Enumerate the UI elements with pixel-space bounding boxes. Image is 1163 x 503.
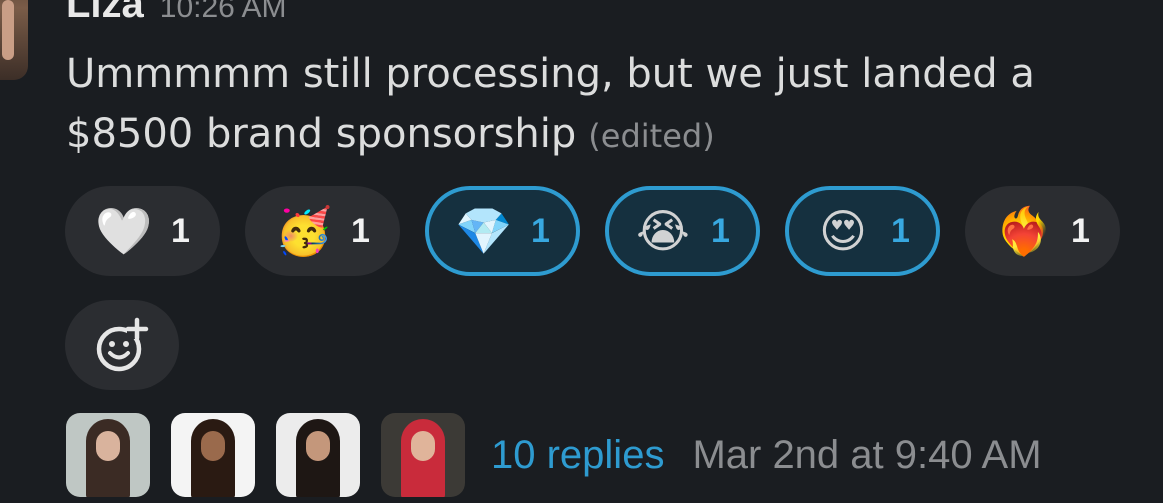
add-reaction-icon: [96, 317, 149, 372]
replier-avatar[interactable]: [171, 413, 255, 497]
replier-avatar[interactable]: [276, 413, 360, 497]
message-body: Ummmmm still processing, but we just lan…: [66, 44, 1126, 166]
gem-stone-icon: 💎: [455, 204, 513, 258]
loudly-crying-face-icon: 😭: [636, 204, 690, 258]
message-header: Liza 10:26 AM: [66, 0, 287, 27]
message-timestamp[interactable]: 10:26 AM: [160, 0, 287, 25]
reaction-bar: 🤍 1 🥳 1 💎 1 😭 1 😍 1 ❤️‍🔥 1: [65, 186, 1135, 390]
heart-eyes-face-icon: 😍: [819, 204, 868, 258]
reaction-count: 1: [1071, 211, 1090, 250]
last-reply-time: Mar 2nd at 9:40 AM: [692, 433, 1042, 477]
reaction-white-heart[interactable]: 🤍 1: [65, 186, 220, 276]
reaction-partying-face[interactable]: 🥳 1: [245, 186, 400, 276]
reaction-count: 1: [711, 211, 730, 250]
white-heart-icon: 🤍: [95, 204, 153, 258]
reaction-count: 1: [171, 211, 190, 250]
replier-avatar[interactable]: [381, 413, 465, 497]
reaction-heart-on-fire[interactable]: ❤️‍🔥 1: [965, 186, 1120, 276]
reaction-count: 1: [891, 211, 910, 250]
edited-label: (edited): [588, 117, 715, 155]
message-text: Ummmmm still processing, but we just lan…: [66, 51, 1035, 157]
replies-link[interactable]: 10 replies: [491, 433, 664, 478]
reaction-count: 1: [351, 211, 370, 250]
thread-summary: 10 replies Mar 2nd at 9:40 AM: [66, 413, 1042, 503]
author-avatar[interactable]: [0, 0, 28, 80]
reaction-heart-eyes-face[interactable]: 😍 1: [785, 186, 940, 276]
author-name[interactable]: Liza: [66, 0, 144, 27]
partying-face-icon: 🥳: [275, 204, 333, 258]
add-reaction-button[interactable]: [65, 300, 179, 390]
reaction-count: 1: [531, 211, 550, 250]
reaction-gem-stone[interactable]: 💎 1: [425, 186, 580, 276]
replier-avatar[interactable]: [66, 413, 150, 497]
reaction-loudly-crying-face[interactable]: 😭 1: [605, 186, 760, 276]
heart-on-fire-icon: ❤️‍🔥: [995, 204, 1053, 258]
